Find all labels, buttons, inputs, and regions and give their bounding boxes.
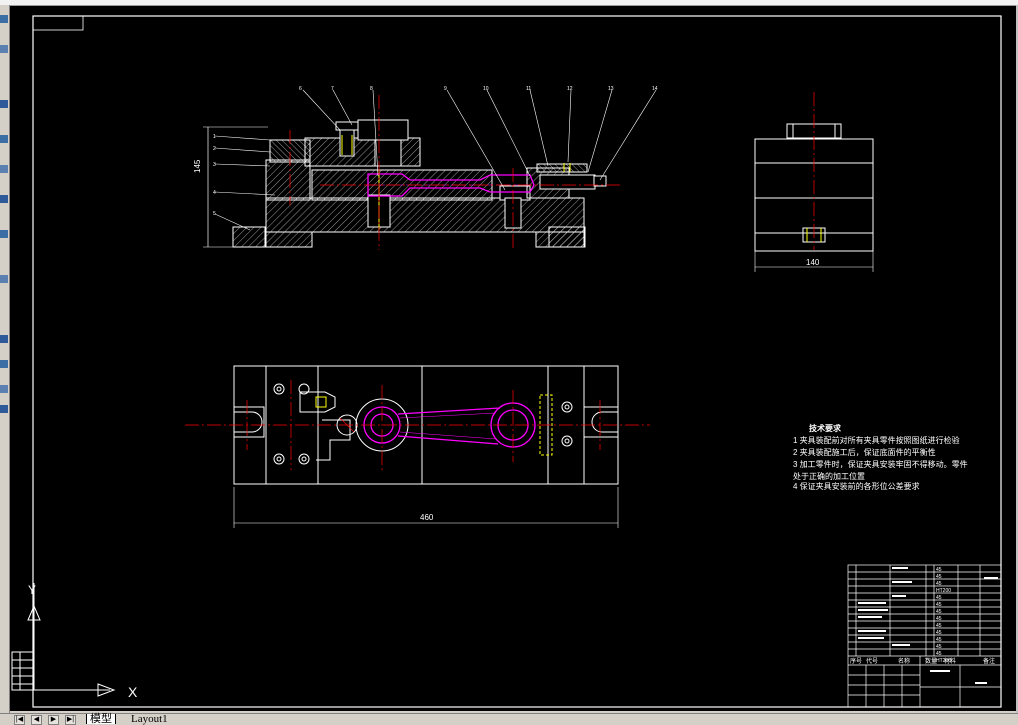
svg-text:备注: 备注 (983, 657, 995, 665)
svg-text:数量: 数量 (925, 657, 937, 665)
tool-icon[interactable] (0, 275, 8, 283)
svg-text:4 保证夹具安装前的各形位公差要求: 4 保证夹具安装前的各形位公差要求 (793, 481, 920, 491)
svg-text:序号: 序号 (850, 657, 862, 665)
dimension-460: 460 (420, 513, 434, 522)
svg-text:处于正确的加工位置: 处于正确的加工位置 (793, 471, 865, 481)
svg-text:1: 1 (213, 134, 216, 140)
svg-text:12: 12 (567, 86, 573, 92)
tool-icon[interactable] (0, 135, 8, 143)
svg-text:45: 45 (936, 609, 942, 615)
svg-text:材料: 材料 (944, 657, 956, 665)
tool-icon[interactable] (0, 230, 8, 238)
svg-text:4: 4 (213, 190, 216, 196)
svg-text:45: 45 (936, 595, 942, 601)
dimension-145: 145 (193, 159, 202, 173)
svg-text:1 夹具装配前对所有夹具零件按照图纸进行检验: 1 夹具装配前对所有夹具零件按照图纸进行检验 (793, 435, 960, 445)
svg-text:5: 5 (213, 211, 216, 217)
tool-icon[interactable] (0, 165, 8, 173)
svg-text:45: 45 (936, 637, 942, 643)
side-view (754, 92, 874, 272)
tool-icon[interactable] (0, 195, 8, 203)
frame-corner-box (32, 15, 84, 31)
first-tab-button[interactable]: |◀ (14, 715, 25, 725)
tool-icon[interactable] (0, 100, 8, 108)
svg-text:2: 2 (213, 146, 216, 152)
technical-requirements: 技术要求 1 夹具装配前对所有夹具零件按照图纸进行检验 2 夹具装配施工后，保证… (793, 423, 968, 491)
prev-tab-button[interactable]: ◀ (31, 715, 42, 725)
svg-text:9: 9 (444, 86, 447, 92)
cad-window: 145 1 2 3 4 5 6 7 8 9 10 11 12 13 14 140… (0, 0, 1018, 725)
svg-text:6: 6 (299, 86, 302, 92)
drawing-canvas[interactable]: 145 1 2 3 4 5 6 7 8 9 10 11 12 13 14 140… (10, 6, 1016, 711)
svg-text:45: 45 (936, 616, 942, 622)
tool-icon[interactable] (0, 335, 8, 343)
svg-text:11: 11 (526, 86, 531, 92)
svg-text:名称: 名称 (898, 657, 910, 665)
bom-text-marks (858, 567, 998, 684)
svg-text:13: 13 (608, 86, 614, 92)
bom-header: 序号 代号 名称 数量 材料 备注 (850, 657, 995, 665)
bom-materials: 45 45 45 HT200 45 45 45 45 45 45 45 45 4… (936, 567, 951, 664)
svg-text:10: 10 (483, 86, 489, 92)
svg-text:3: 3 (213, 162, 216, 168)
svg-text:45: 45 (936, 644, 942, 650)
svg-text:7: 7 (331, 86, 334, 92)
svg-text:45: 45 (936, 574, 942, 580)
ucs-icon (11, 583, 116, 697)
top-view-centerlines (185, 380, 650, 470)
svg-text:代号: 代号 (866, 657, 878, 665)
svg-text:45: 45 (936, 567, 942, 573)
svg-text:45: 45 (936, 630, 942, 636)
tool-icon[interactable] (0, 15, 8, 23)
front-section-view (203, 95, 620, 250)
tool-icon[interactable] (0, 405, 8, 413)
svg-text:HT200: HT200 (936, 588, 951, 594)
svg-text:14: 14 (652, 86, 658, 92)
dimension-140: 140 (806, 258, 820, 267)
left-toolbar (0, 5, 10, 713)
next-tab-button[interactable]: ▶ (48, 715, 59, 725)
svg-text:45: 45 (936, 651, 942, 657)
svg-text:45: 45 (936, 581, 942, 587)
tool-icon[interactable] (0, 385, 8, 393)
svg-text:8: 8 (370, 86, 373, 92)
last-tab-button[interactable]: ▶| (65, 715, 76, 725)
svg-text:2 夹具装配施工后，保证底面件的平衡性: 2 夹具装配施工后，保证底面件的平衡性 (793, 447, 936, 457)
svg-text:45: 45 (936, 623, 942, 629)
tool-icon[interactable] (0, 360, 8, 368)
svg-text:技术要求: 技术要求 (809, 423, 842, 433)
title-block (847, 564, 1002, 708)
ucs-x-label: X (128, 684, 138, 700)
layout-tab-bar: |◀ ◀ ▶ ▶| 模型 Layout1 (0, 713, 1018, 725)
top-view (233, 365, 619, 528)
tool-icon[interactable] (0, 45, 8, 53)
svg-text:45: 45 (936, 602, 942, 608)
svg-text:3 加工零件时，保证夹具安装牢固不得移动。零件: 3 加工零件时，保证夹具安装牢固不得移动。零件 (793, 459, 968, 469)
ucs-y-label: Y (28, 583, 36, 597)
